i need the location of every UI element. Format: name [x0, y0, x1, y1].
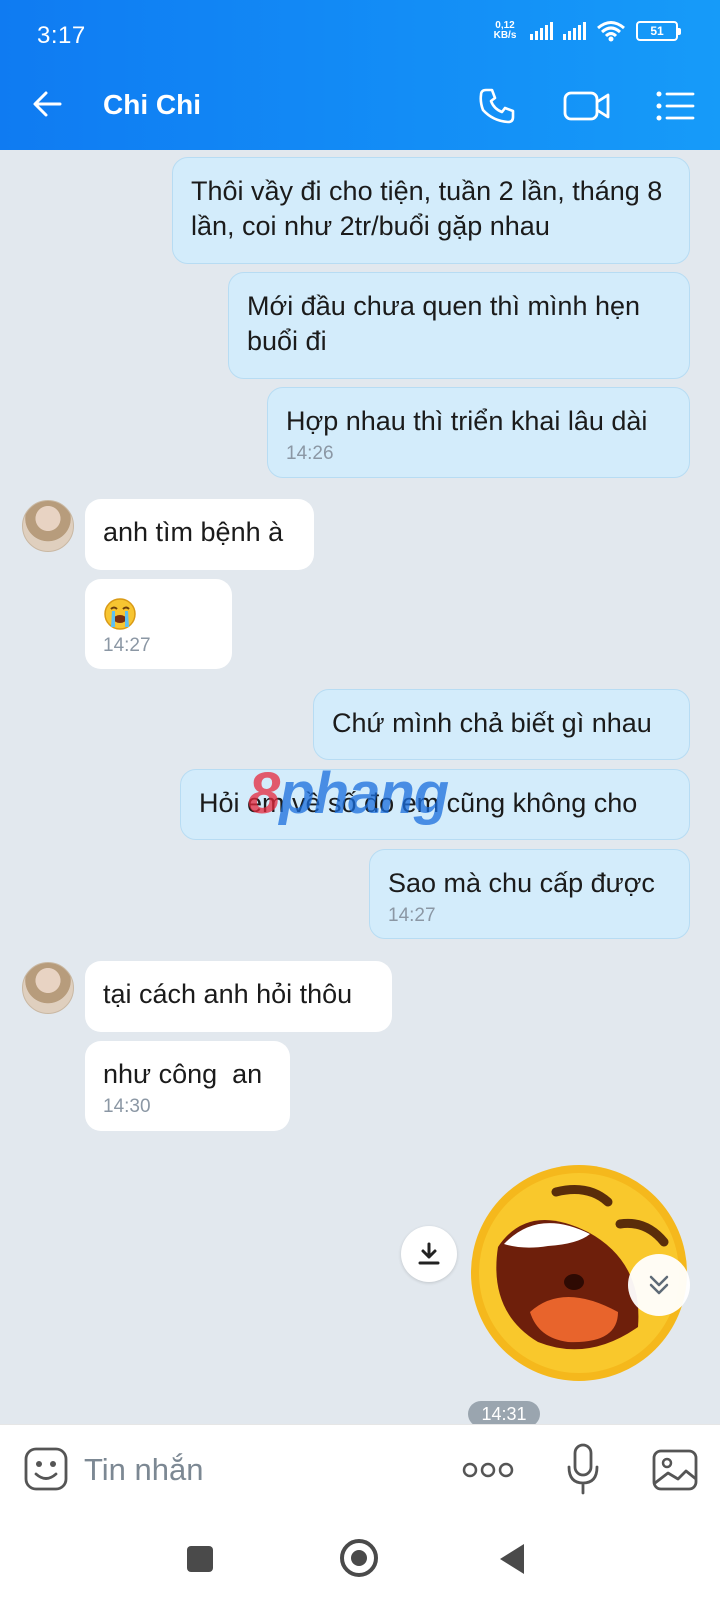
message-bubble[interactable]: Thôi vầy đi cho tiện, tuần 2 lần, tháng …	[172, 157, 690, 264]
message-text: Hợp nhau thì triển khai lâu dài	[286, 406, 648, 436]
message-bubble[interactable]: Sao mà chu cấp được 14:27	[369, 849, 690, 939]
video-call-icon[interactable]	[563, 88, 611, 124]
message-composer	[0, 1424, 720, 1518]
chat-title[interactable]: Chi Chi	[103, 89, 201, 121]
scroll-to-bottom-button[interactable]	[628, 1254, 690, 1316]
message-bubble[interactable]: như công an 14:30	[85, 1041, 290, 1131]
download-button[interactable]	[401, 1226, 457, 1282]
image-gallery-icon[interactable]	[652, 1449, 698, 1491]
contact-avatar[interactable]	[22, 500, 74, 552]
microphone-icon[interactable]	[566, 1443, 600, 1495]
home-button[interactable]	[340, 1539, 378, 1577]
double-chevron-down-icon	[649, 1275, 669, 1295]
signal-icon-2	[563, 22, 586, 40]
message-input[interactable]	[84, 1447, 424, 1493]
message-text: Thôi vầy đi cho tiện, tuần 2 lần, tháng …	[191, 176, 663, 241]
more-options-icon[interactable]	[462, 1459, 514, 1481]
back-button[interactable]	[500, 1544, 524, 1574]
contact-avatar[interactable]	[22, 962, 74, 1014]
back-arrow-icon[interactable]	[30, 86, 66, 122]
system-nav-bar	[0, 1518, 720, 1600]
message-text: Chứ mình chả biết gì nhau	[332, 708, 652, 738]
message-text: Sao mà chu cấp được	[388, 868, 655, 898]
message-time: 14:27	[388, 905, 436, 926]
status-time: 3:17	[37, 22, 86, 49]
download-icon	[418, 1242, 440, 1265]
recent-apps-button[interactable]	[187, 1546, 213, 1572]
list-menu-icon[interactable]	[655, 88, 695, 124]
message-bubble[interactable]: 14:27	[85, 579, 232, 669]
wifi-icon	[597, 21, 625, 42]
status-icons: 0,12 KB/s 51	[490, 20, 681, 42]
message-text: Mới đầu chưa quen thì mình hẹn buổi đi	[247, 291, 641, 356]
message-bubble[interactable]: anh tìm bệnh à	[85, 499, 314, 570]
chat-header: 3:17 0,12 KB/s 51 Chi Chi	[0, 0, 720, 150]
message-text: anh tìm bệnh à	[103, 517, 284, 547]
crying-emoji	[104, 598, 136, 630]
signal-icon	[530, 22, 553, 40]
emoji-icon[interactable]	[24, 1447, 68, 1491]
battery-icon: 51	[636, 21, 681, 41]
message-text: tại cách anh hỏi thôu	[103, 979, 353, 1009]
watermark-logo: 8phang	[248, 761, 449, 826]
message-text: như công an	[103, 1059, 263, 1089]
message-time: 14:30	[103, 1096, 151, 1117]
message-bubble[interactable]: Hợp nhau thì triển khai lâu dài 14:26	[267, 387, 690, 478]
network-speed: 0,12 KB/s	[493, 20, 517, 41]
phone-icon[interactable]	[477, 86, 517, 126]
message-time: 14:27	[103, 635, 151, 656]
message-bubble[interactable]: Chứ mình chả biết gì nhau	[313, 689, 690, 760]
message-bubble[interactable]: Mới đầu chưa quen thì mình hẹn buổi đi	[228, 272, 690, 379]
message-time: 14:26	[286, 443, 334, 464]
message-bubble[interactable]: tại cách anh hỏi thôu	[85, 961, 392, 1032]
